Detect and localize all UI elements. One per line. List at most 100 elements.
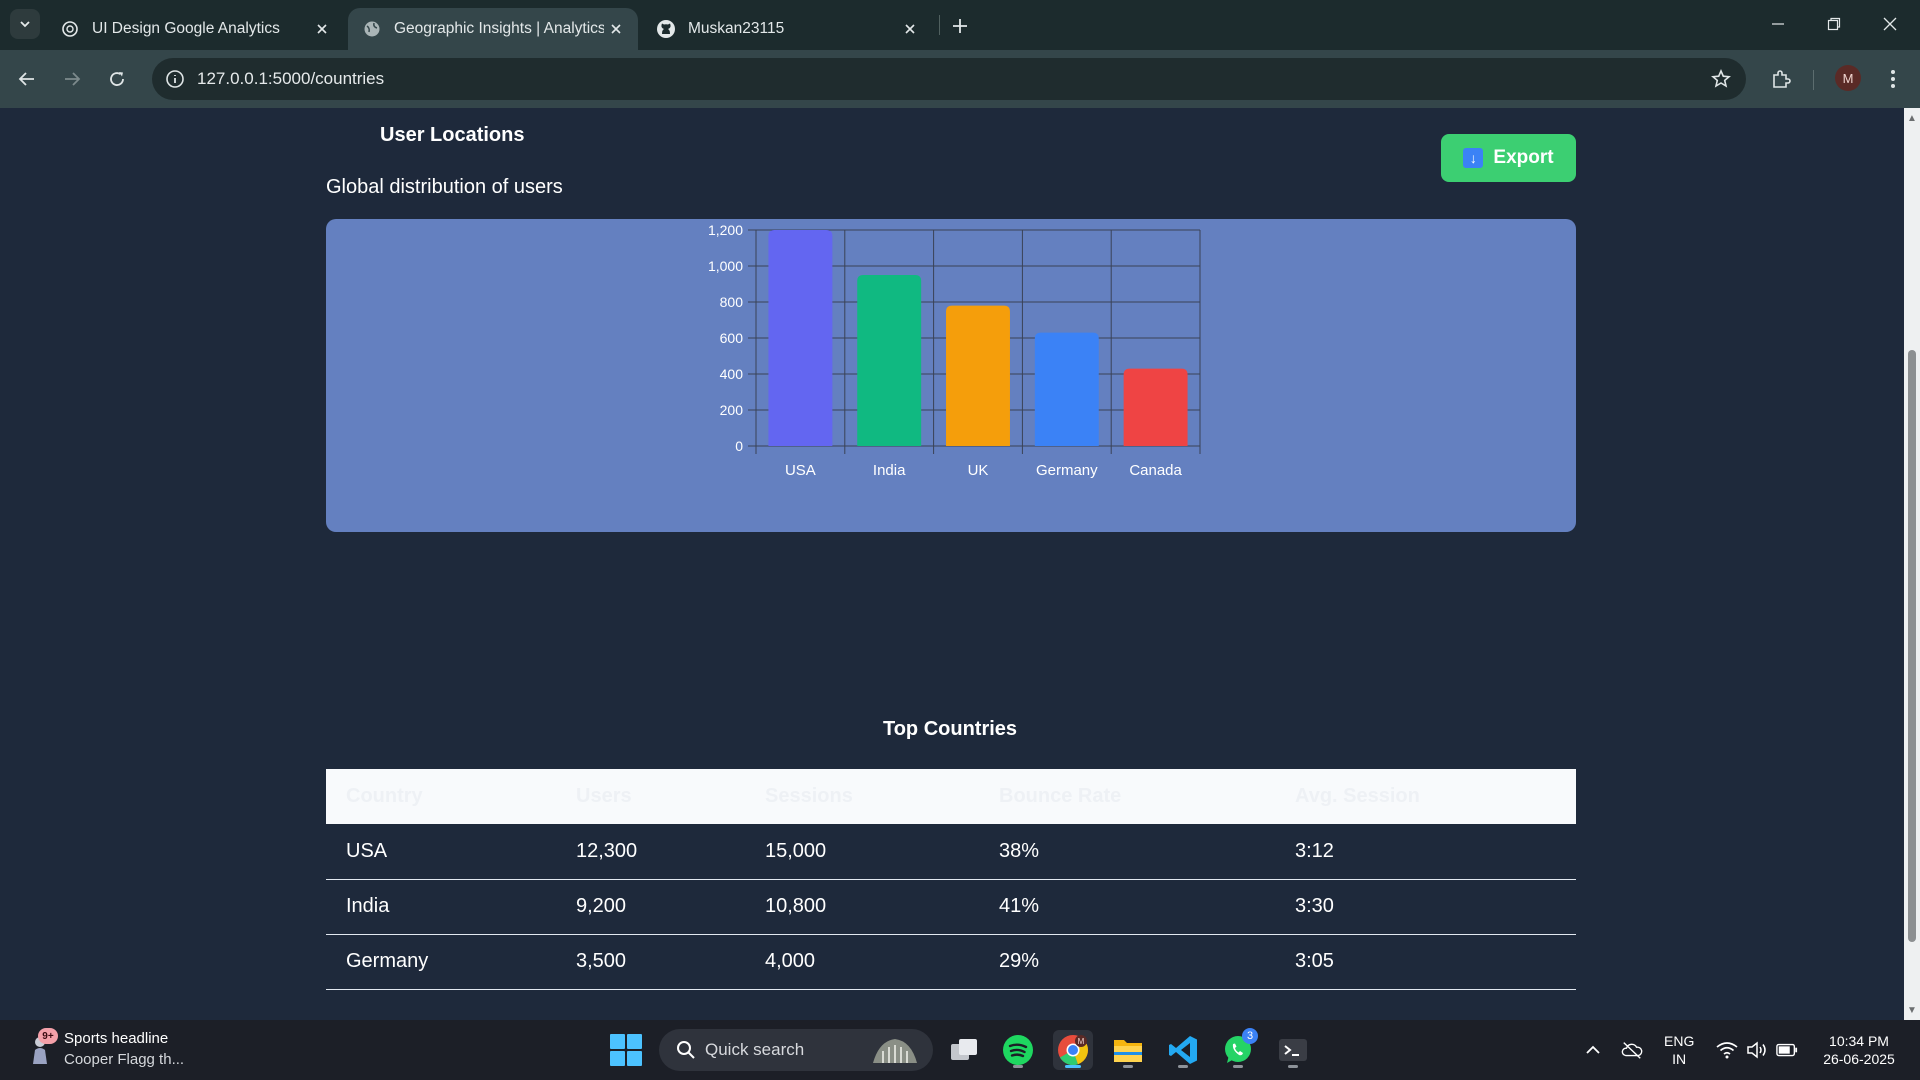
cell-country: USA bbox=[326, 824, 556, 880]
plus-icon bbox=[953, 19, 967, 33]
scroll-down-arrow-icon[interactable]: ▼ bbox=[1906, 1004, 1918, 1016]
spotify-app[interactable] bbox=[998, 1030, 1038, 1070]
whatsapp-app[interactable]: 3 bbox=[1218, 1028, 1258, 1070]
address-bar[interactable]: 127.0.0.1:5000/countries bbox=[152, 58, 1746, 100]
terminal-app[interactable] bbox=[1273, 1030, 1313, 1070]
cell-sessions: 15,000 bbox=[745, 824, 979, 880]
y-tick-label: 600 bbox=[720, 330, 744, 346]
chatgpt-icon bbox=[60, 19, 80, 39]
section-title: User Locations bbox=[380, 124, 525, 146]
language-indicator[interactable]: ENG IN bbox=[1664, 1032, 1694, 1068]
cell-bounce-rate: 38% bbox=[979, 824, 1275, 880]
bar-chart: 0 200 400 600 800 1,000 1,200 USA India UK Germany… bbox=[708, 222, 1201, 479]
close-icon bbox=[1883, 17, 1897, 31]
cell-avg-session: 3:12 bbox=[1275, 824, 1576, 880]
news-subtext[interactable]: Cooper Flagg th... bbox=[64, 1051, 184, 1068]
running-indicator bbox=[1123, 1065, 1133, 1068]
system-clock[interactable]: 10:34 PM 26-06-2025 bbox=[1814, 1032, 1904, 1068]
wifi-icon[interactable] bbox=[1716, 1039, 1738, 1061]
reload-button[interactable] bbox=[102, 64, 132, 94]
vscode-app[interactable] bbox=[1163, 1030, 1203, 1070]
svg-text:M: M bbox=[1078, 1037, 1085, 1046]
arrow-left-icon bbox=[18, 72, 34, 86]
chart-subtitle: Global distribution of users bbox=[326, 176, 563, 198]
x-tick-label: UK bbox=[968, 462, 989, 479]
scrollbar-thumb[interactable] bbox=[1908, 350, 1916, 942]
minimize-button[interactable] bbox=[1758, 8, 1798, 40]
x-tick-label: USA bbox=[785, 462, 816, 479]
y-tick-label: 800 bbox=[720, 294, 744, 310]
language-code: ENG bbox=[1664, 1033, 1695, 1049]
reload-icon bbox=[110, 72, 124, 86]
browser-toolbar: 127.0.0.1:5000/countries M bbox=[0, 50, 1920, 108]
running-indicator bbox=[1288, 1065, 1298, 1068]
close-window-button[interactable] bbox=[1870, 8, 1910, 40]
tab-geographic-insights[interactable]: Geographic Insights | Analytics bbox=[348, 8, 638, 50]
running-indicator bbox=[1178, 1065, 1188, 1068]
puzzle-icon bbox=[1773, 70, 1791, 88]
profile-avatar[interactable]: M bbox=[1835, 65, 1861, 91]
page-viewport: User Locations ↓ Export Global distribut… bbox=[0, 108, 1904, 1020]
chrome-icon: M bbox=[1058, 1035, 1088, 1066]
new-tab-button[interactable] bbox=[946, 12, 974, 40]
cell-users: 12,300 bbox=[556, 824, 745, 880]
export-label: Export bbox=[1493, 147, 1554, 168]
y-tick-label: 1,000 bbox=[708, 258, 743, 274]
column-header-country: Country bbox=[326, 769, 556, 824]
forward-button[interactable] bbox=[57, 64, 87, 94]
tab-title: Geographic Insights | Analytics bbox=[394, 20, 604, 37]
running-indicator bbox=[1065, 1065, 1081, 1068]
minimize-icon bbox=[1772, 23, 1784, 25]
github-icon bbox=[656, 19, 676, 39]
table-row: India 9,200 10,800 41% 3:30 bbox=[326, 879, 1576, 935]
show-hidden-icons-button[interactable] bbox=[1582, 1039, 1604, 1061]
taskbar-search[interactable]: Quick search bbox=[659, 1029, 933, 1071]
y-tick-label: 200 bbox=[720, 402, 744, 418]
battery-icon[interactable] bbox=[1776, 1039, 1798, 1061]
windows-taskbar: 9+ Sports headline Cooper Flagg th... Qu… bbox=[0, 1020, 1920, 1080]
cell-bounce-rate: 41% bbox=[979, 879, 1275, 935]
cell-country: India bbox=[326, 879, 556, 935]
cell-users: 9,200 bbox=[556, 879, 745, 935]
chrome-app[interactable]: M bbox=[1053, 1030, 1093, 1070]
task-view-button[interactable] bbox=[944, 1030, 984, 1070]
terminal-icon bbox=[1279, 1039, 1307, 1061]
tab-ui-design[interactable]: UI Design Google Analytics bbox=[46, 8, 344, 50]
file-explorer-app[interactable] bbox=[1108, 1030, 1148, 1070]
globe-icon bbox=[362, 19, 382, 39]
column-header-sessions: Sessions bbox=[745, 769, 979, 824]
tab-github[interactable]: Muskan23115 bbox=[642, 8, 932, 50]
kebab-menu-icon bbox=[1891, 70, 1895, 88]
y-tick-label: 1,200 bbox=[708, 222, 743, 238]
restore-button[interactable] bbox=[1814, 8, 1854, 40]
news-headline[interactable]: Sports headline bbox=[64, 1030, 168, 1047]
scroll-up-arrow-icon[interactable]: ▲ bbox=[1906, 112, 1918, 124]
url-text[interactable]: 127.0.0.1:5000/countries bbox=[197, 69, 384, 89]
bar bbox=[857, 275, 922, 446]
clock-date: 26-06-2025 bbox=[1823, 1051, 1895, 1067]
page-scrollbar[interactable]: ▲ ▼ bbox=[1904, 108, 1920, 1020]
windows-logo-tile bbox=[627, 1051, 642, 1066]
browser-menu-button[interactable] bbox=[1878, 64, 1908, 94]
search-icon bbox=[675, 1039, 697, 1061]
tab-search-button[interactable] bbox=[10, 9, 40, 39]
windows-logo-tile bbox=[610, 1034, 625, 1049]
cell-country: Germany bbox=[326, 934, 556, 990]
spotify-icon bbox=[1003, 1035, 1033, 1065]
back-button[interactable] bbox=[12, 64, 42, 94]
extensions-button[interactable] bbox=[1766, 64, 1796, 94]
close-tab-icon[interactable] bbox=[608, 21, 624, 37]
close-tab-icon[interactable] bbox=[902, 21, 918, 37]
site-info-icon[interactable] bbox=[164, 68, 186, 90]
cell-bounce-rate: 29% bbox=[979, 934, 1275, 990]
close-tab-icon[interactable] bbox=[314, 21, 330, 37]
bookmark-star-icon[interactable] bbox=[1710, 68, 1732, 90]
cell-avg-session: 3:30 bbox=[1275, 879, 1576, 935]
export-button[interactable]: ↓ Export bbox=[1441, 134, 1576, 182]
tab-title: Muskan23115 bbox=[688, 20, 785, 37]
table-title: Top Countries bbox=[882, 718, 1018, 740]
onedrive-offline-icon[interactable] bbox=[1621, 1039, 1643, 1061]
y-tick-label: 400 bbox=[720, 366, 744, 382]
start-button[interactable] bbox=[610, 1034, 642, 1066]
volume-icon[interactable] bbox=[1746, 1039, 1768, 1061]
